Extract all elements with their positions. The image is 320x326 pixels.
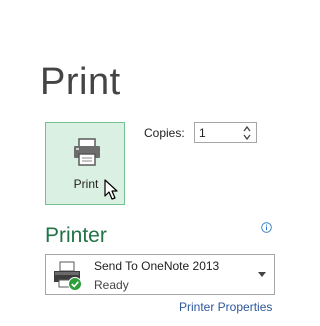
chevron-up-icon[interactable]: [242, 124, 252, 133]
copies-label: Copies:: [144, 126, 185, 140]
print-backstage-page: Print Print Copies: 1 Printer Send To On…: [0, 0, 319, 326]
printer-name: Send To OneNote 2013: [94, 259, 220, 273]
mouse-pointer-icon: [104, 179, 118, 200]
info-icon[interactable]: [261, 222, 272, 233]
page-title: Print: [40, 61, 121, 103]
printer-section-title: Printer: [45, 224, 107, 247]
printer-icon: [74, 138, 100, 166]
printer-select[interactable]: Send To OneNote 2013 Ready: [45, 254, 275, 295]
printer-status: Ready: [94, 278, 129, 292]
dropdown-arrow-icon[interactable]: [258, 272, 266, 277]
printer-device-icon: [54, 261, 82, 291]
copies-stepper[interactable]: 1: [194, 122, 257, 143]
chevron-down-icon[interactable]: [242, 133, 252, 142]
copies-value[interactable]: 1: [199, 126, 206, 140]
printer-properties-link[interactable]: Printer Properties: [179, 300, 272, 314]
check-icon: [68, 277, 82, 291]
